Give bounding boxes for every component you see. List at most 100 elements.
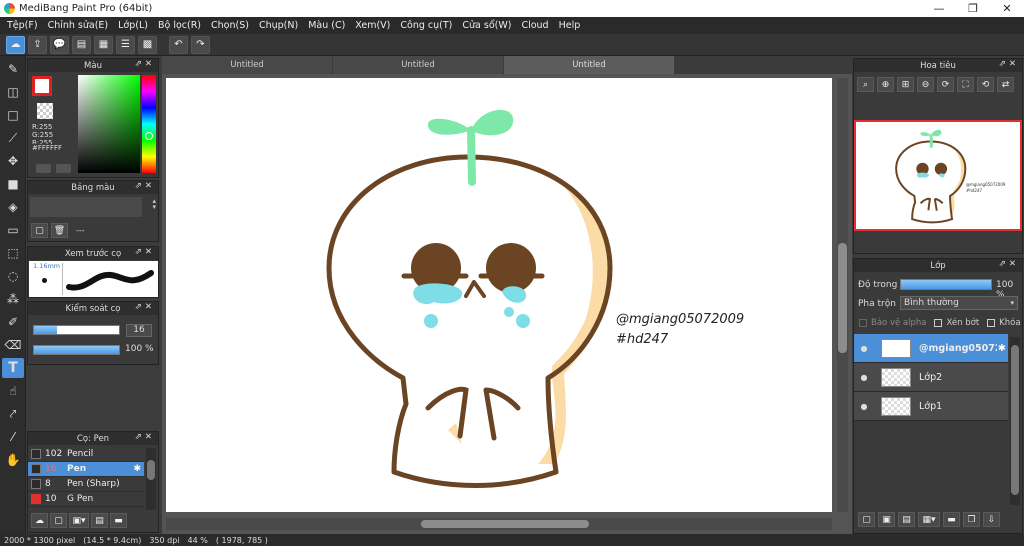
reset-rotation-icon[interactable]: ⟲ xyxy=(977,77,994,92)
dropper-tool-icon[interactable]: ⤤ xyxy=(2,404,24,424)
drawing-canvas[interactable]: @mgiang05072009 #hd247 xyxy=(166,78,832,512)
add-brush-icon[interactable]: ▣▾ xyxy=(69,513,89,528)
panel-controls[interactable]: ⇗✕ xyxy=(135,302,155,312)
gradient-tool-icon[interactable]: ▭ xyxy=(2,220,24,240)
menu-select[interactable]: Chọn(S) xyxy=(206,20,254,31)
folder-icon[interactable]: ▬ xyxy=(943,512,960,527)
zoom-in-icon[interactable]: ⊕ xyxy=(877,77,894,92)
zoom-out-icon[interactable]: ⊖ xyxy=(917,77,934,92)
close-button[interactable]: ✕ xyxy=(990,2,1024,15)
brush-settings-icon[interactable]: ▤ xyxy=(91,513,108,528)
new-layer-8bit-icon[interactable]: ▣ xyxy=(878,512,895,527)
select-eraser-icon[interactable]: ⌫ xyxy=(2,335,24,355)
zoom-search-icon[interactable]: ⌕ xyxy=(857,77,874,92)
panel-controls[interactable]: ⇗✕ xyxy=(135,181,155,191)
lasso-icon[interactable]: ◌ xyxy=(2,266,24,286)
tab-untitled-3[interactable]: Untitled xyxy=(504,56,674,74)
new-layer-icon[interactable]: ▢ xyxy=(858,512,875,527)
menu-edit[interactable]: Chỉnh sửa(E) xyxy=(43,20,114,31)
layer-row-text[interactable]: ● @mgiang05072009 ✱ xyxy=(854,334,1008,363)
select-rect-icon[interactable]: ⬚ xyxy=(2,243,24,263)
minimize-button[interactable]: — xyxy=(922,2,956,15)
new-brush-icon[interactable]: ▢ xyxy=(50,513,67,528)
rotate-icon[interactable]: ⟳ xyxy=(937,77,954,92)
brush-tool-icon[interactable]: ✎ xyxy=(2,59,24,79)
tab-untitled-2[interactable]: Untitled xyxy=(333,56,503,74)
menu-filter[interactable]: Bộ lọc(R) xyxy=(153,20,206,31)
panel-controls[interactable]: ⇗✕ xyxy=(999,59,1019,69)
visibility-icon[interactable]: ● xyxy=(857,402,871,411)
text-tool-icon[interactable]: T xyxy=(2,358,24,378)
brush-item-g-pen[interactable]: 10 G Pen xyxy=(28,492,144,507)
gear-icon[interactable]: ✱ xyxy=(133,464,141,474)
brush-opacity-slider[interactable] xyxy=(33,345,120,355)
panel-controls[interactable]: ⇗✕ xyxy=(999,259,1019,269)
clip-checkbox[interactable] xyxy=(934,319,943,327)
comment-icon[interactable]: 💬 xyxy=(50,35,69,54)
saturation-value-picker[interactable] xyxy=(78,75,140,173)
layer-opacity-slider[interactable] xyxy=(900,279,992,290)
fullscreen-icon[interactable]: ⛶ xyxy=(957,77,974,92)
menu-capture[interactable]: Chụp(N) xyxy=(254,20,303,31)
layer-row-layer2[interactable]: ● Lớp2 xyxy=(854,363,1008,392)
protect-alpha-checkbox[interactable] xyxy=(859,319,867,327)
new-layer-1bit-icon[interactable]: ▤ xyxy=(898,512,915,527)
undo-icon[interactable]: ↶ xyxy=(169,35,188,54)
cloud-brush-icon[interactable]: ☁ xyxy=(31,513,48,528)
move-tool-icon[interactable]: ✥ xyxy=(2,151,24,171)
fit-icon[interactable]: ⊞ xyxy=(897,77,914,92)
panel-controls[interactable]: ⇗✕ xyxy=(135,432,155,442)
brush-item-pencil[interactable]: 102 Pencil xyxy=(28,447,144,462)
brush-size-slider[interactable] xyxy=(33,325,120,335)
menu-window[interactable]: Cửa sổ(W) xyxy=(457,20,516,31)
duplicate-layer-icon[interactable]: ❐ xyxy=(963,512,980,527)
menu-layer[interactable]: Lớp(L) xyxy=(113,20,153,31)
magic-wand-icon[interactable]: ⁂ xyxy=(2,289,24,309)
color-mode-button-2[interactable] xyxy=(56,164,71,173)
cloud-icon[interactable]: ☁ xyxy=(6,35,25,54)
brush-size-value[interactable]: 16 xyxy=(126,324,152,337)
horizontal-scrollbar[interactable] xyxy=(166,518,832,530)
hue-slider[interactable] xyxy=(142,75,156,173)
delete-palette-icon[interactable]: 🗑 xyxy=(51,223,68,238)
layer-list-scrollbar[interactable] xyxy=(1010,337,1020,505)
operation-tool-icon[interactable]: ☝ xyxy=(2,381,24,401)
palette-scroll[interactable]: ▴ ▾ xyxy=(152,198,156,211)
tab-untitled-1[interactable]: Untitled xyxy=(162,56,332,74)
menu-file[interactable]: Tệp(F) xyxy=(2,20,43,31)
menu-color[interactable]: Màu (C) xyxy=(303,20,350,31)
message-icon[interactable]: ▤ xyxy=(72,35,91,54)
menu-view[interactable]: Xem(V) xyxy=(350,20,395,31)
page-icon[interactable]: ▦ xyxy=(94,35,113,54)
redo-icon[interactable]: ↷ xyxy=(191,35,210,54)
add-layer-menu-icon[interactable]: ▦▾ xyxy=(918,512,940,527)
share-icon[interactable]: ⇪ xyxy=(28,35,47,54)
dot-tool-icon[interactable]: □ xyxy=(2,105,24,125)
brush-folder-icon[interactable]: ▬ xyxy=(110,513,127,528)
lock-checkbox[interactable] xyxy=(987,319,996,327)
grid-icon[interactable]: ▩ xyxy=(138,35,157,54)
fill-rect-tool-icon[interactable]: ■ xyxy=(2,174,24,194)
brush-list-scrollbar[interactable] xyxy=(146,448,156,510)
panel-controls[interactable]: ⇗✕ xyxy=(135,247,155,257)
brush-item-pen-sharp[interactable]: 8 Pen (Sharp) xyxy=(28,477,144,492)
new-palette-icon[interactable]: ▢ xyxy=(31,223,48,238)
select-pen-icon[interactable]: ✐ xyxy=(2,312,24,332)
color-mode-button[interactable] xyxy=(36,164,51,173)
layer-row-layer1[interactable]: ● Lớp1 xyxy=(854,392,1008,421)
menu-cloud[interactable]: Cloud xyxy=(516,20,553,31)
hand-tool-icon[interactable]: ✋ xyxy=(2,450,24,470)
visibility-icon[interactable]: ● xyxy=(857,373,871,382)
vertical-scrollbar[interactable] xyxy=(837,78,848,512)
panel-controls[interactable]: ⇗✕ xyxy=(135,59,155,69)
eraser-tool-icon[interactable]: ◫ xyxy=(2,82,24,102)
merge-down-icon[interactable]: ⇩ xyxy=(983,512,1000,527)
secondary-color-swatch[interactable] xyxy=(37,103,53,119)
primary-color-swatch[interactable] xyxy=(32,76,52,96)
menu-help[interactable]: Help xyxy=(554,20,586,31)
blend-mode-select[interactable]: Bình thường ▾ xyxy=(900,296,1018,310)
eyedropper-icon[interactable]: ⁄ xyxy=(2,427,24,447)
flip-icon[interactable]: ⇄ xyxy=(997,77,1014,92)
bucket-tool-icon[interactable]: ◈ xyxy=(2,197,24,217)
menu-tools[interactable]: Công cụ(T) xyxy=(395,20,457,31)
